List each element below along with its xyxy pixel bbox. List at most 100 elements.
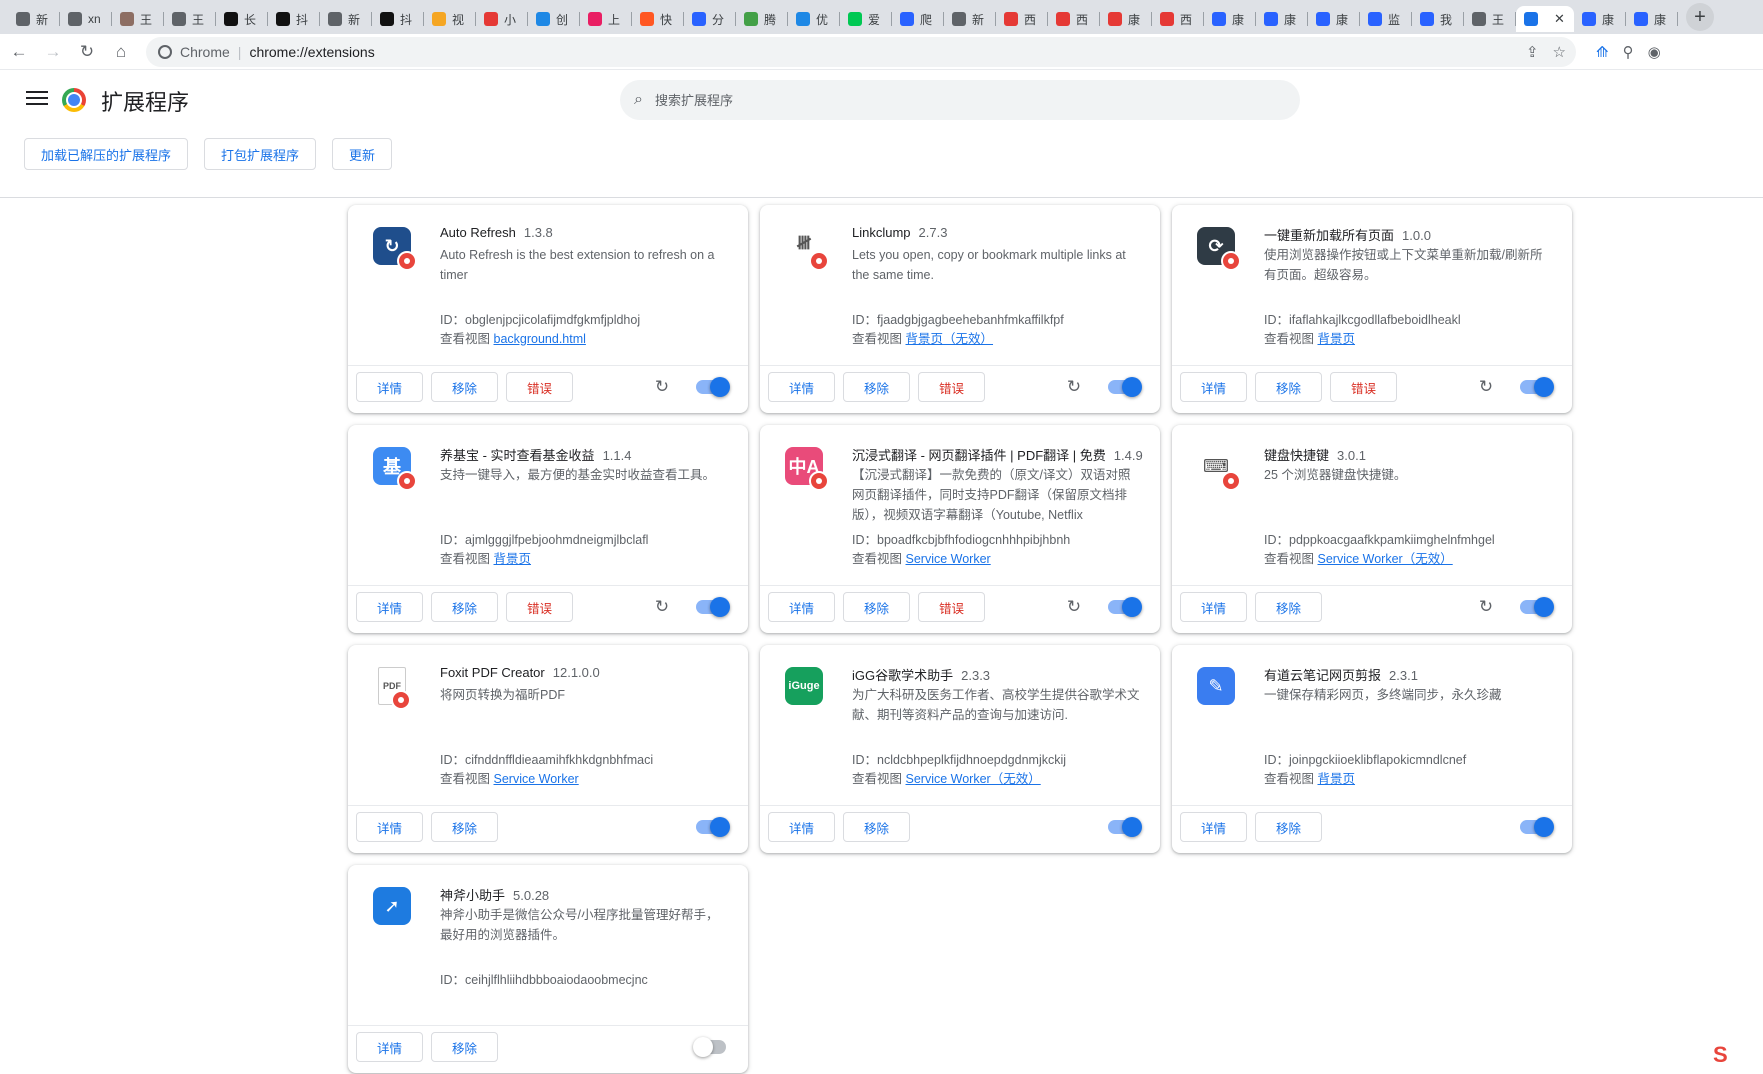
browser-tab[interactable]: 康 (1626, 6, 1678, 32)
browser-tab[interactable]: 抖 (372, 6, 424, 32)
errors-button[interactable]: 错误 (506, 592, 574, 622)
browser-tab[interactable]: 爬 (892, 6, 944, 32)
remove-button[interactable]: 移除 (843, 372, 911, 402)
details-button[interactable]: 详情 (356, 812, 424, 842)
forward-icon[interactable]: → (38, 37, 68, 67)
enable-toggle[interactable] (1108, 817, 1142, 837)
browser-tab[interactable]: 抖 (268, 6, 320, 32)
browser-tab[interactable]: 新 (8, 6, 60, 32)
search-input[interactable] (654, 92, 1215, 108)
browser-tab[interactable]: 西 (1048, 6, 1100, 32)
details-button[interactable]: 详情 (768, 812, 836, 842)
reload-extension-icon[interactable]: ↻ (1065, 598, 1083, 616)
pack-extension-button[interactable]: 打包扩展程序 (204, 138, 317, 170)
inspect-view-link[interactable]: 背景页 (1318, 332, 1356, 346)
translate-ext-icon[interactable]: ⟰ (1596, 43, 1609, 61)
inspect-view-link[interactable]: 背景页（无效） (906, 332, 994, 346)
search-bar[interactable]: ⌕ (620, 80, 1300, 120)
details-button[interactable]: 详情 (1180, 592, 1248, 622)
browser-tab[interactable]: 王 (164, 6, 216, 32)
errors-button[interactable]: 错误 (506, 372, 574, 402)
enable-toggle[interactable] (1520, 377, 1554, 397)
browser-tab[interactable]: 西 (1152, 6, 1204, 32)
home-icon[interactable]: ⌂ (106, 37, 136, 67)
pin-ext-icon[interactable]: ⚲ (1623, 43, 1634, 61)
details-button[interactable]: 详情 (356, 1032, 424, 1062)
inspect-view-link[interactable]: Service Worker（无效） (1318, 552, 1453, 566)
browser-tab[interactable]: 新 (320, 6, 372, 32)
inspect-view-link[interactable]: Service Worker（无效） (906, 772, 1041, 786)
bookmark-star-icon[interactable]: ☆ (1553, 43, 1566, 61)
inspect-view-link[interactable]: 背景页 (1318, 772, 1356, 786)
profile-circle-icon[interactable]: ◉ (1648, 43, 1661, 61)
browser-tab[interactable]: 康 (1308, 6, 1360, 32)
browser-tab[interactable]: 康 (1204, 6, 1256, 32)
details-button[interactable]: 详情 (768, 592, 836, 622)
inspect-view-link[interactable]: Service Worker (906, 552, 991, 566)
enable-toggle[interactable] (693, 1037, 726, 1057)
reload-extension-icon[interactable]: ↻ (1477, 378, 1495, 396)
details-button[interactable]: 详情 (768, 372, 836, 402)
inspect-view-link[interactable]: background.html (494, 332, 586, 346)
remove-button[interactable]: 移除 (431, 812, 499, 842)
enable-toggle[interactable] (696, 377, 730, 397)
enable-toggle[interactable] (1108, 597, 1142, 617)
inspect-view-link[interactable]: Service Worker (494, 772, 579, 786)
browser-tab[interactable]: 小 (476, 6, 528, 32)
remove-button[interactable]: 移除 (431, 1032, 499, 1062)
browser-tab[interactable]: 优 (788, 6, 840, 32)
browser-tab[interactable]: 我 (1412, 6, 1464, 32)
address-bar[interactable]: Chrome | chrome://extensions ⇪ ☆ (146, 36, 1576, 67)
remove-button[interactable]: 移除 (1255, 812, 1323, 842)
browser-tab[interactable]: xn (60, 6, 112, 32)
reload-extension-icon[interactable]: ↻ (1477, 598, 1495, 616)
browser-tab[interactable]: 腾 (736, 6, 788, 32)
browser-tab[interactable]: 康 (1256, 6, 1308, 32)
back-icon[interactable]: ← (4, 37, 34, 67)
browser-tab[interactable]: 快 (632, 6, 684, 32)
ime-indicator-icon[interactable]: S (1713, 1042, 1755, 1072)
browser-tab[interactable]: 康 (1574, 6, 1626, 32)
browser-tab[interactable]: 西 (996, 6, 1048, 32)
reload-extension-icon[interactable]: ↻ (653, 598, 671, 616)
browser-tab[interactable]: 新 (944, 6, 996, 32)
enable-toggle[interactable] (1108, 377, 1142, 397)
browser-tab[interactable]: 爱 (840, 6, 892, 32)
errors-button[interactable]: 错误 (918, 592, 986, 622)
new-tab-button[interactable]: + (1686, 3, 1714, 31)
details-button[interactable]: 详情 (1180, 372, 1248, 402)
browser-tab[interactable]: ✕ (1516, 6, 1574, 32)
reload-extension-icon[interactable]: ↻ (1065, 378, 1083, 396)
share-icon[interactable]: ⇪ (1526, 43, 1539, 61)
browser-tab[interactable]: 康 (1100, 6, 1152, 32)
enable-toggle[interactable] (696, 597, 730, 617)
details-button[interactable]: 详情 (1180, 812, 1248, 842)
inspect-view-link[interactable]: 背景页 (494, 552, 532, 566)
browser-tab[interactable]: 创 (528, 6, 580, 32)
reload-icon[interactable]: ↻ (72, 37, 102, 67)
browser-tab[interactable]: 王 (1464, 6, 1516, 32)
remove-button[interactable]: 移除 (1255, 592, 1323, 622)
reload-extension-icon[interactable]: ↻ (653, 378, 671, 396)
browser-tab[interactable]: 监 (1360, 6, 1412, 32)
remove-button[interactable]: 移除 (431, 592, 499, 622)
enable-toggle[interactable] (1520, 817, 1554, 837)
browser-tab[interactable]: 分 (684, 6, 736, 32)
hamburger-menu-icon[interactable] (26, 88, 48, 108)
remove-button[interactable]: 移除 (843, 812, 911, 842)
remove-button[interactable]: 移除 (431, 372, 499, 402)
remove-button[interactable]: 移除 (1255, 372, 1323, 402)
remove-button[interactable]: 移除 (843, 592, 911, 622)
browser-tab[interactable]: 长 (216, 6, 268, 32)
browser-tab[interactable]: 视 (424, 6, 476, 32)
errors-button[interactable]: 错误 (1330, 372, 1398, 402)
browser-tab[interactable]: 上 (580, 6, 632, 32)
load-unpacked-button[interactable]: 加载已解压的扩展程序 (24, 138, 189, 170)
details-button[interactable]: 详情 (356, 592, 424, 622)
browser-tab[interactable]: 王 (112, 6, 164, 32)
details-button[interactable]: 详情 (356, 372, 424, 402)
enable-toggle[interactable] (1520, 597, 1554, 617)
close-tab-icon[interactable]: ✕ (1554, 11, 1565, 27)
update-button[interactable]: 更新 (332, 138, 393, 170)
enable-toggle[interactable] (696, 817, 730, 837)
